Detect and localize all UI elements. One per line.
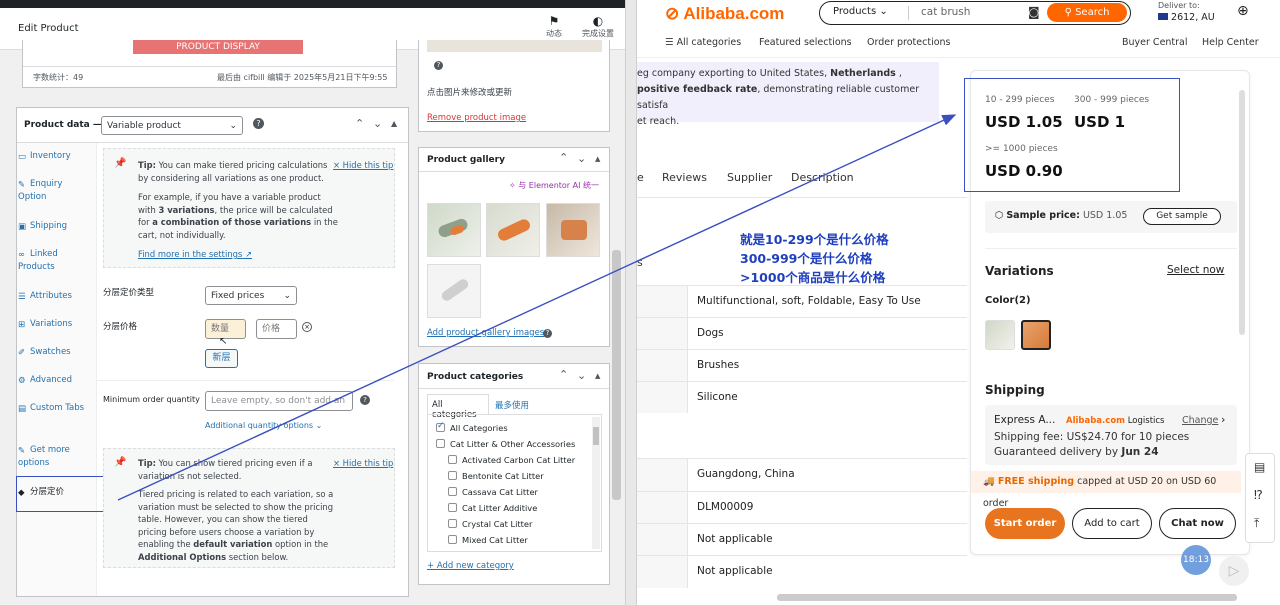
annotation-arrow: [117, 114, 957, 501]
